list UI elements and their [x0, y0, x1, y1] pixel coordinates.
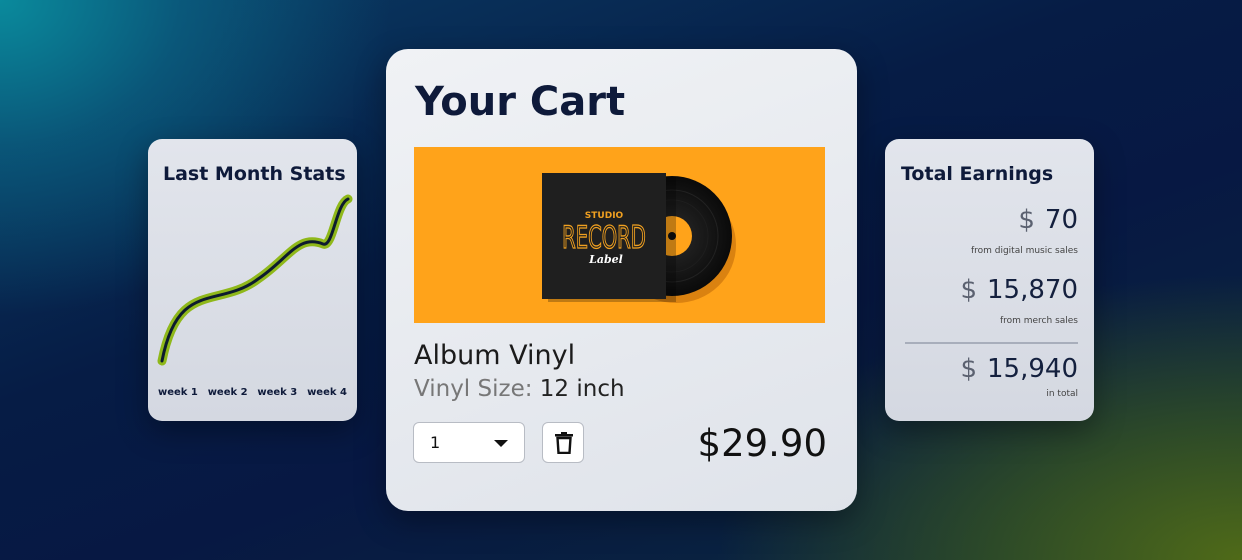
total-note: in total: [1046, 389, 1078, 399]
item-price: $29.90: [697, 422, 827, 465]
digital-sales-amount: $70: [1018, 205, 1078, 235]
product-image: STUDIO RECORD Label: [414, 147, 825, 323]
week-label: week 4: [307, 387, 347, 398]
digital-sales-note: from digital music sales: [970, 246, 1078, 256]
currency-symbol: $: [960, 354, 978, 384]
stats-card: Last Month Stats week 1 week 2 week 3 we…: [148, 139, 357, 421]
currency-symbol: $: [960, 275, 978, 305]
week-label: week 2: [207, 387, 248, 398]
merch-sales-amount: $15,870: [960, 275, 1078, 305]
merch-sales-note: from merch sales: [999, 316, 1078, 326]
week-axis: week 1 week 2 week 3 week 4: [158, 387, 347, 398]
currency-symbol: $: [1018, 205, 1035, 235]
product-name: Album Vinyl: [414, 340, 576, 371]
size-value: 12 inch: [539, 376, 625, 402]
earnings-card: Total Earnings $70 from digital music sa…: [885, 139, 1094, 421]
size-label: Vinyl Size:: [414, 376, 533, 402]
trash-icon: [555, 432, 573, 454]
cart-card: Your Cart STUDIO RECORD Label Album Viny…: [386, 49, 857, 511]
sleeve-label-text: Label: [588, 253, 623, 266]
sleeve-studio-text: STUDIO: [585, 211, 624, 221]
week-label: week 1: [158, 387, 198, 398]
amount-value: 15,940: [987, 354, 1078, 384]
earnings-title: Total Earnings: [901, 163, 1054, 185]
quantity-select[interactable]: 1: [413, 422, 525, 463]
product-size: Vinyl Size: 12 inch: [414, 376, 625, 402]
vinyl-record-illustration: STUDIO RECORD Label: [542, 173, 736, 303]
week-label: week 3: [257, 387, 298, 398]
amount-value: 15,870: [987, 275, 1078, 305]
quantity-value: 1: [430, 433, 441, 452]
divider: [905, 342, 1078, 344]
delete-item-button[interactable]: [542, 422, 584, 463]
trend-line: [160, 197, 350, 363]
cart-title: Your Cart: [415, 79, 626, 125]
amount-value: 70: [1044, 205, 1078, 235]
stats-line-chart: [157, 194, 353, 366]
chevron-down-icon: [494, 440, 508, 447]
total-amount: $15,940: [960, 354, 1078, 384]
sleeve-record-text: RECORD: [562, 221, 646, 257]
